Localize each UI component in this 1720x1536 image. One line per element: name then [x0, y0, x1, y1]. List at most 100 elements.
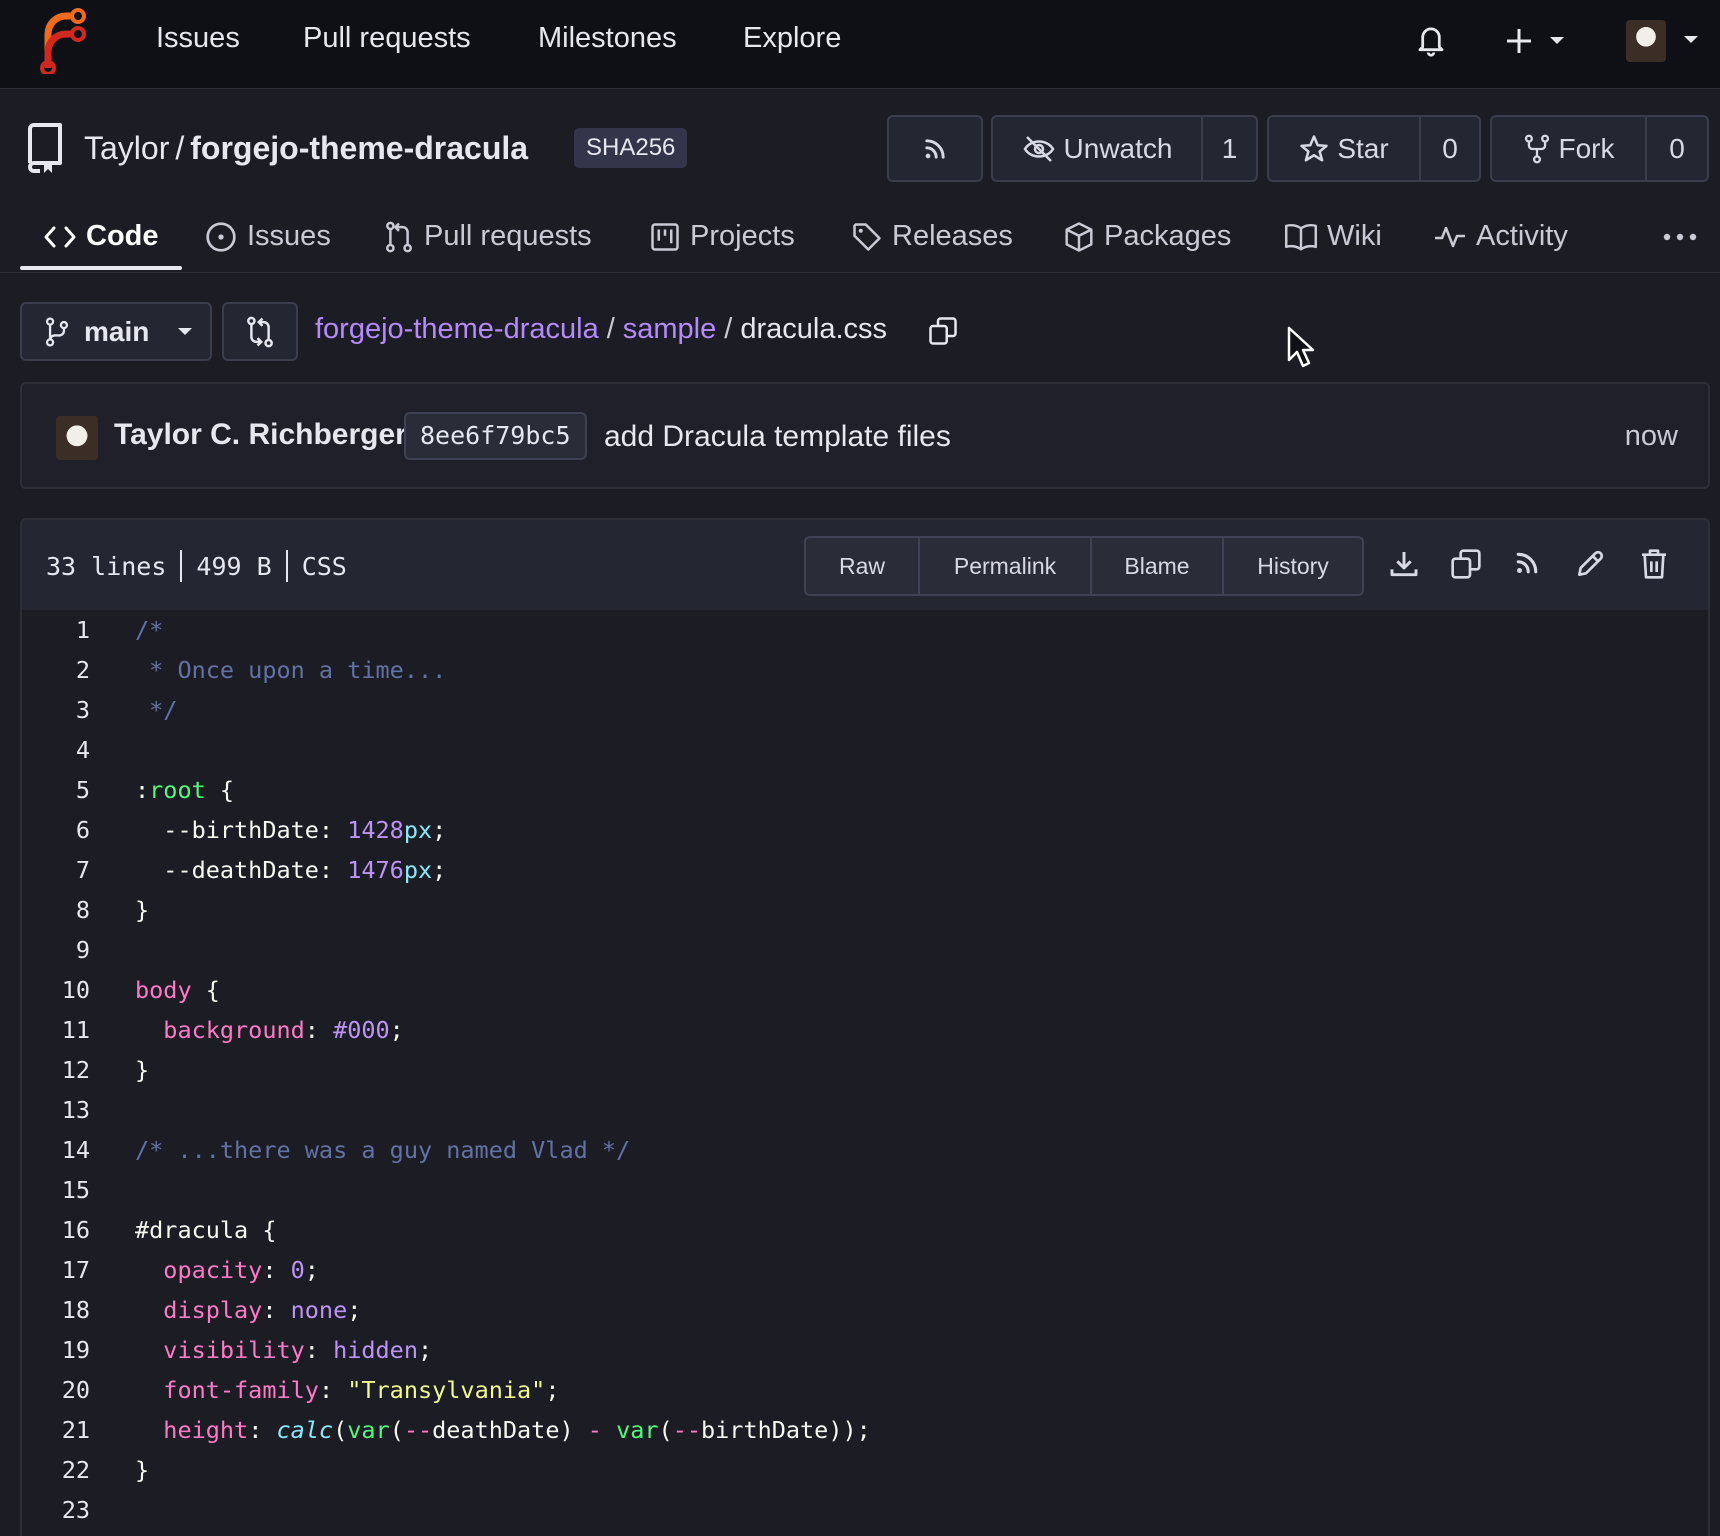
line-number[interactable]: 15	[22, 1176, 90, 1204]
line-number[interactable]: 23	[22, 1496, 90, 1524]
star-button[interactable]: Star	[1269, 117, 1419, 180]
code-line: 9	[22, 930, 1708, 970]
forgejo-logo-icon[interactable]	[38, 8, 90, 74]
line-number[interactable]: 18	[22, 1296, 90, 1324]
raw-button[interactable]: Raw	[806, 538, 918, 594]
nav-explore-link[interactable]: Explore	[743, 22, 841, 55]
rss-icon	[889, 117, 981, 180]
unwatch-button[interactable]: Unwatch	[993, 117, 1201, 180]
code-token: ;	[389, 1016, 404, 1044]
tab-projects[interactable]: Projects	[650, 200, 795, 273]
code-line: 3 */	[22, 690, 1708, 730]
line-number[interactable]: 5	[22, 776, 90, 804]
line-number[interactable]: 11	[22, 1016, 90, 1044]
code-token: background	[163, 1016, 305, 1044]
user-avatar[interactable]	[1626, 20, 1666, 62]
breadcrumb-repo-root[interactable]: forgejo-theme-dracula	[315, 313, 599, 346]
code-token: --	[403, 1416, 433, 1444]
repo-name-link[interactable]: forgejo-theme-dracula	[190, 130, 528, 166]
code-line: 8}	[22, 890, 1708, 930]
history-button[interactable]: History	[1222, 538, 1362, 594]
commit-author[interactable]: Taylor C. Richberger	[114, 418, 407, 452]
code-line: 18 display: none;	[22, 1290, 1708, 1330]
code-token: font-family	[163, 1376, 319, 1404]
download-icon[interactable]	[1388, 548, 1420, 580]
copy-path-icon[interactable]	[928, 316, 958, 346]
compare-branch-button[interactable]	[222, 302, 298, 361]
tab-pull-requests[interactable]: Pull requests	[384, 200, 592, 273]
line-number[interactable]: 20	[22, 1376, 90, 1404]
line-number[interactable]: 14	[22, 1136, 90, 1164]
nav-milestones-link[interactable]: Milestones	[538, 22, 677, 55]
tab-releases-label: Releases	[892, 220, 1013, 252]
code-token: :	[304, 1016, 334, 1044]
breadcrumb-current-file: dracula.css	[740, 313, 887, 345]
tab-wiki[interactable]: Wiki	[1285, 200, 1382, 273]
line-number[interactable]: 8	[22, 896, 90, 924]
line-number[interactable]: 7	[22, 856, 90, 884]
forks-count[interactable]: 0	[1645, 117, 1707, 180]
code-token: ;	[545, 1376, 560, 1404]
create-new-menu[interactable]	[1506, 26, 1570, 56]
pencil-edit-icon[interactable]	[1574, 548, 1606, 580]
tab-packages[interactable]: Packages	[1064, 200, 1231, 273]
tab-issues[interactable]: Issues	[205, 200, 331, 273]
eye-closed-icon	[1022, 135, 1056, 163]
line-number[interactable]: 13	[22, 1096, 90, 1124]
tab-packages-label: Packages	[1104, 220, 1232, 252]
code-token: }	[135, 1456, 150, 1484]
tab-code[interactable]: Code	[44, 200, 159, 273]
code-line: 15	[22, 1170, 1708, 1210]
line-number[interactable]: 16	[22, 1216, 90, 1244]
branch-selector[interactable]: main	[20, 302, 212, 361]
line-number[interactable]: 3	[22, 696, 90, 724]
line-number[interactable]: 9	[22, 936, 90, 964]
copy-content-icon[interactable]	[1450, 548, 1482, 580]
tab-activity[interactable]: Activity	[1434, 200, 1568, 273]
line-number[interactable]: 19	[22, 1336, 90, 1364]
package-icon	[1064, 221, 1094, 253]
commit-author-avatar[interactable]	[56, 416, 98, 460]
bell-icon[interactable]	[1414, 22, 1448, 58]
code-content: /* ...there was a guy named Vlad */	[135, 1136, 630, 1164]
breadcrumb-folder[interactable]: sample	[623, 313, 717, 346]
line-number[interactable]: 12	[22, 1056, 90, 1084]
watch-button-group: Unwatch 1	[991, 115, 1258, 182]
fork-button[interactable]: Fork	[1492, 117, 1645, 180]
rss-feed-button[interactable]	[887, 115, 983, 182]
file-language: CSS	[301, 551, 347, 581]
line-number[interactable]: 17	[22, 1256, 90, 1284]
line-number[interactable]: 6	[22, 816, 90, 844]
code-content: :root {	[135, 776, 234, 804]
chevron-down-icon[interactable]	[1682, 34, 1700, 46]
code-token: display	[163, 1296, 263, 1324]
code-line: 5 :root {	[22, 770, 1708, 810]
line-number[interactable]: 21	[22, 1416, 90, 1444]
tab-releases[interactable]: Releases	[852, 200, 1013, 273]
line-number[interactable]: 1	[22, 616, 90, 644]
nav-issues-link[interactable]: Issues	[156, 22, 240, 55]
permalink-button[interactable]: Permalink	[918, 538, 1090, 594]
stars-count[interactable]: 0	[1419, 117, 1479, 180]
code-content: visibility: hidden;	[135, 1336, 432, 1364]
unwatch-label: Unwatch	[1063, 132, 1173, 164]
commit-sha-label[interactable]: 8ee6f79bc5	[404, 412, 587, 460]
project-icon	[650, 222, 680, 252]
more-tabs-button[interactable]	[1662, 200, 1698, 273]
blame-button[interactable]: Blame	[1090, 538, 1222, 594]
star-button-group: Star 0	[1267, 115, 1481, 182]
rss-file-icon[interactable]	[1512, 548, 1542, 578]
nav-pull-requests-link[interactable]: Pull requests	[303, 22, 471, 55]
repo-owner-link[interactable]: Taylor	[84, 130, 169, 166]
commit-message[interactable]: add Dracula template files	[604, 420, 951, 454]
code-token: ;	[347, 1296, 362, 1324]
line-number[interactable]: 10	[22, 976, 90, 1004]
line-number[interactable]: 4	[22, 736, 90, 764]
watchers-count[interactable]: 1	[1201, 117, 1256, 180]
line-number[interactable]: 2	[22, 656, 90, 684]
kebab-horizontal-icon	[1662, 232, 1698, 242]
line-number[interactable]: 22	[22, 1456, 90, 1484]
trash-delete-icon[interactable]	[1639, 548, 1669, 580]
code-token: ;	[432, 816, 447, 844]
